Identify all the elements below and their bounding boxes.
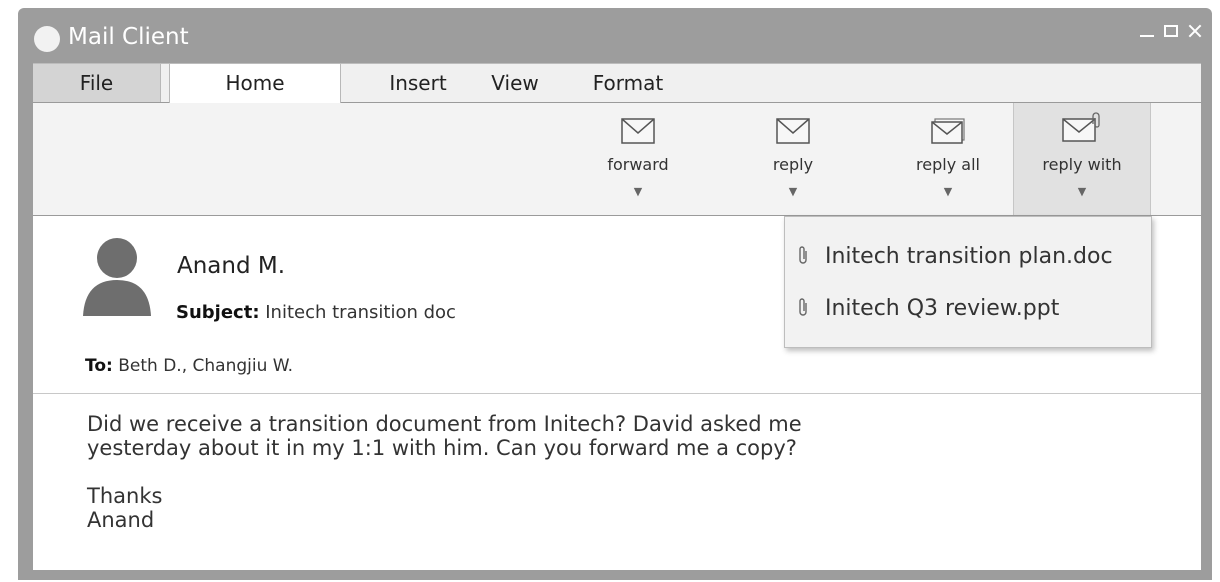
chevron-down-icon[interactable]: ▼ [1014,185,1150,198]
mail-client-window: Mail Client File Home Insert View Format… [18,8,1212,580]
sender-name: Anand M. [177,253,286,279]
forward-button[interactable]: forward ▼ [573,103,703,215]
menu-bar: File Home Insert View Format [33,63,1201,104]
close-icon[interactable] [1186,22,1204,40]
attachment-name: Initech Q3 review.ppt [825,295,1060,321]
recipients: Beth D., Changjiu W. [118,356,294,376]
reply-all-label: reply all [916,155,980,174]
chevron-down-icon[interactable]: ▼ [883,185,1013,198]
paperclip-icon [799,298,807,316]
subject-text: Initech transition doc [265,302,456,323]
forward-label: forward [607,155,669,174]
reply-button[interactable]: reply ▼ [728,103,858,215]
subject-line: Subject: Initech transition doc [176,302,456,323]
attachment-menu-item[interactable]: Initech Q3 review.ppt [795,291,1059,325]
envelope-icon [621,118,655,144]
window-controls [1138,22,1204,40]
tab-file[interactable]: File [33,64,161,102]
body-line: Thanks [87,484,163,508]
subject-label: Subject: [176,302,260,323]
reply-with-label: reply with [1042,155,1122,174]
paperclip-icon [799,246,807,264]
tab-format[interactable]: Format [578,64,678,102]
envelope-stack-icon [931,118,965,144]
tab-view[interactable]: View [475,64,555,102]
divider [33,393,1201,394]
reply-label: reply [772,155,814,174]
app-icon [34,26,60,52]
attachment-dropdown-menu: Initech transition plan.doc Initech Q3 r… [784,216,1152,348]
reply-with-button[interactable]: reply with ▼ [1013,103,1151,215]
ribbon: forward ▼ reply ▼ reply all ▼ reply with… [33,103,1201,216]
avatar [83,238,151,316]
reply-all-button[interactable]: reply all ▼ [883,103,1013,215]
window-title: Mail Client [68,24,189,50]
chevron-down-icon[interactable]: ▼ [573,185,703,198]
attachment-name: Initech transition plan.doc [825,243,1113,269]
chevron-down-icon[interactable]: ▼ [728,185,858,198]
tab-home[interactable]: Home [169,64,341,104]
message-body: Did we receive a transition document fro… [87,412,802,532]
envelope-icon [776,118,810,144]
attachment-menu-item[interactable]: Initech transition plan.doc [795,239,1113,273]
minimize-icon[interactable] [1138,22,1156,40]
to-label: To: [85,356,113,376]
body-line: Anand [87,508,155,532]
envelope-attachment-icon [1062,112,1100,142]
body-line: yesterday about it in my 1:1 with him. C… [87,436,797,460]
body-line: Did we receive a transition document fro… [87,412,802,436]
title-bar: Mail Client [18,8,1212,62]
maximize-icon[interactable] [1162,22,1180,40]
recipients-line: To: Beth D., Changjiu W. [85,356,293,376]
tab-insert[interactable]: Insert [378,64,458,102]
